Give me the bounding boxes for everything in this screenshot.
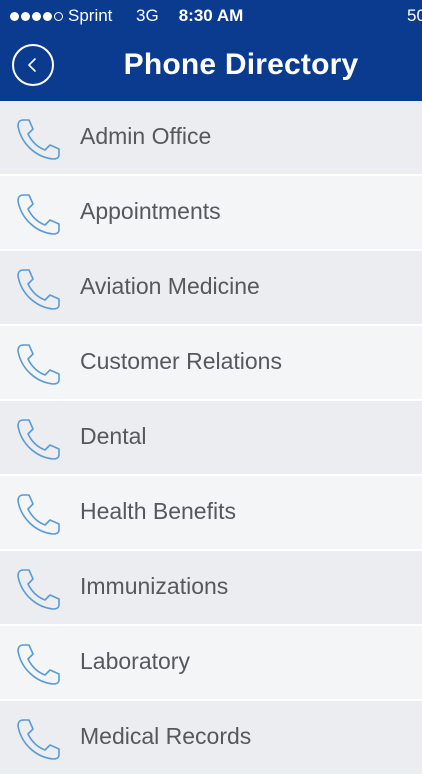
directory-item[interactable]: Laboratory xyxy=(0,626,422,701)
chevron-left-icon xyxy=(28,58,36,72)
directory-item[interactable]: Aviation Medicine xyxy=(0,251,422,326)
phone-icon xyxy=(17,644,60,685)
directory-item[interactable]: Appointments xyxy=(0,176,422,251)
directory-item[interactable]: Immunizations xyxy=(0,551,422,626)
directory-item-label: Aviation Medicine xyxy=(80,273,260,299)
phone-icon xyxy=(17,344,60,385)
directory-item[interactable]: Admin Office xyxy=(0,101,422,176)
directory-item-label: Health Benefits xyxy=(80,498,236,524)
battery-percent: 50 xyxy=(407,6,422,25)
directory-list: Admin Office Appointments Aviation Medicin… xyxy=(0,101,422,776)
directory-item-label: Admin Office xyxy=(80,123,212,149)
directory-item-label: Dental xyxy=(80,423,147,449)
directory-item[interactable]: Customer Relations xyxy=(0,326,422,401)
directory-item[interactable]: Dental xyxy=(0,401,422,476)
status-time: 8:30 AM xyxy=(178,6,244,25)
directory-item-label: Laboratory xyxy=(80,648,190,674)
phone-icon xyxy=(17,119,60,160)
directory-item-label: Appointments xyxy=(80,198,221,224)
directory-item-label: Customer Relations xyxy=(80,348,282,374)
phone-icon xyxy=(17,719,60,760)
directory-item-label: Immunizations xyxy=(80,573,229,599)
phone-icon xyxy=(17,569,60,610)
directory-item[interactable]: Medical Records xyxy=(0,701,422,776)
phone-icon xyxy=(17,419,60,460)
phone-icon xyxy=(17,494,60,535)
back-button[interactable] xyxy=(12,44,54,86)
phone-icon xyxy=(17,194,60,235)
page-title: Phone Directory xyxy=(123,48,359,81)
navigation-bar: Phone Directory xyxy=(0,32,422,101)
app-header: Sprint 3G 8:30 AM 50 Phone Directory xyxy=(0,0,422,101)
directory-item[interactable]: Health Benefits xyxy=(0,476,422,551)
phone-icon xyxy=(17,269,60,310)
status-bar: Sprint 3G 8:30 AM 50 xyxy=(0,0,422,32)
directory-item-label: Medical Records xyxy=(80,723,252,749)
